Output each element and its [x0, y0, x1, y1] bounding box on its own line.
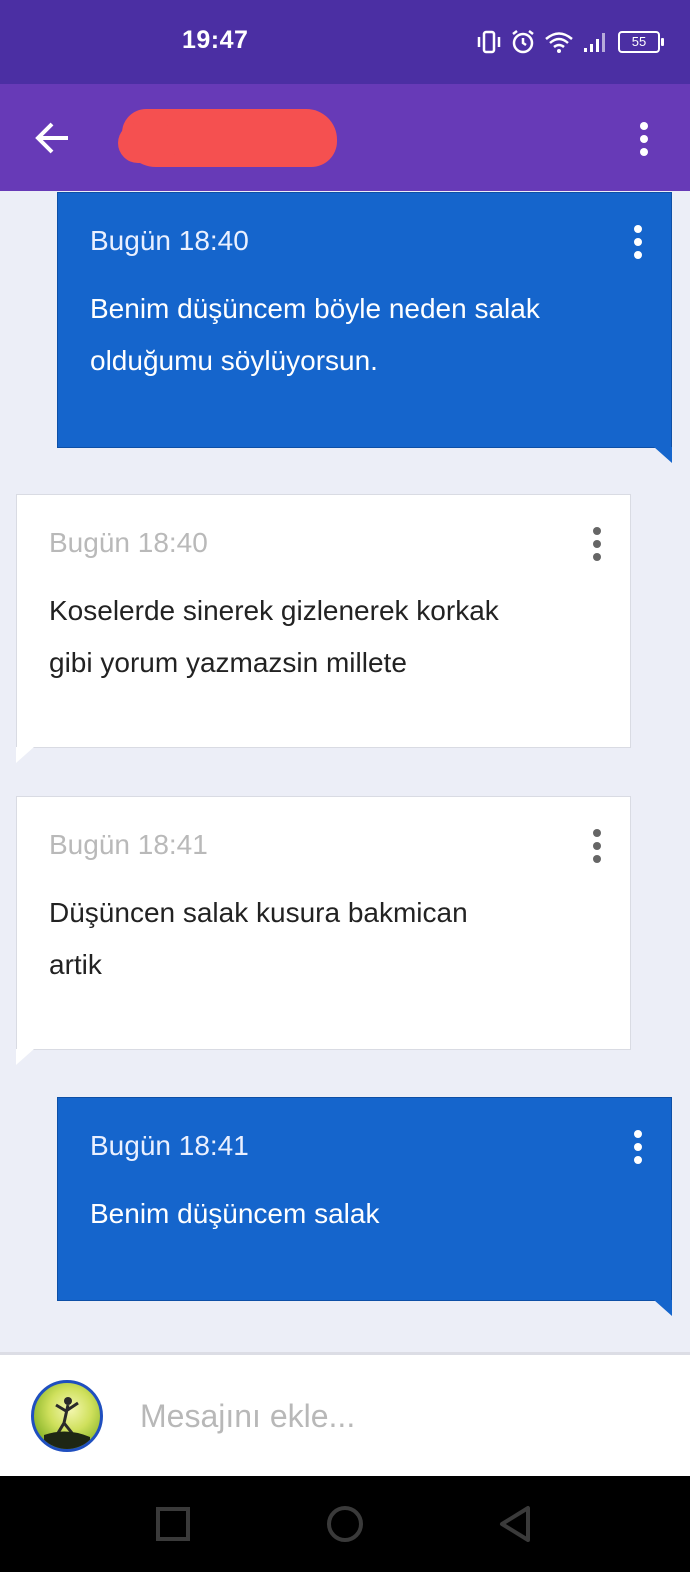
- message-text: Benim düşüncem böyle neden salak olduğum…: [90, 293, 540, 376]
- message-input[interactable]: [138, 1385, 642, 1447]
- message-more-button[interactable]: [590, 829, 602, 863]
- back-button[interactable]: [34, 120, 74, 156]
- bubble-tail: [16, 1049, 34, 1065]
- battery-icon: 55: [618, 31, 664, 53]
- message-text: Düşüncen salak kusura bakmican artik: [49, 897, 468, 980]
- arrow-left-icon: [35, 122, 68, 154]
- message-time: Bugün 18:41: [90, 1130, 249, 1161]
- recents-square-icon: [156, 1507, 190, 1541]
- bubble-tail: [654, 447, 672, 463]
- more-vert-icon: [634, 225, 642, 233]
- more-options-button[interactable]: [636, 121, 652, 157]
- status-icons: 55: [476, 28, 664, 56]
- message-time: Bugün 18:41: [49, 829, 208, 860]
- more-vert-icon: [640, 122, 648, 156]
- home-button[interactable]: [323, 1504, 367, 1544]
- message-bubble-outgoing[interactable]: Bugün 18:41 Benim düşüncem salak: [57, 1097, 672, 1301]
- message-composer: [0, 1352, 690, 1479]
- status-time: 19:47: [182, 26, 249, 54]
- navigation-bar: [0, 1476, 690, 1572]
- status-bar: 19:47 55: [0, 0, 690, 84]
- message-bubble-outgoing[interactable]: Bugün 18:40 Benim düşüncem böyle neden s…: [57, 192, 672, 448]
- message-more-button[interactable]: [590, 527, 602, 561]
- message-more-button[interactable]: [631, 225, 643, 259]
- signal-icon: [584, 33, 605, 52]
- back-nav-button[interactable]: [496, 1504, 536, 1544]
- app-bar: [0, 84, 690, 191]
- message-text: Benim düşüncem salak: [90, 1198, 380, 1229]
- redacted-title: [118, 109, 337, 167]
- more-vert-icon: [593, 527, 601, 535]
- message-text: Koselerde sinerek gizlenerek korkak gibi…: [49, 595, 499, 678]
- wifi-icon: [545, 32, 573, 53]
- more-vert-icon: [634, 1130, 642, 1138]
- avatar-figure: [44, 1397, 90, 1449]
- back-triangle-icon: [500, 1506, 530, 1542]
- more-vert-icon: [593, 829, 601, 837]
- message-bubble-incoming[interactable]: Bugün 18:41 Düşüncen salak kusura bakmic…: [16, 796, 631, 1050]
- message-bubble-incoming[interactable]: Bugün 18:40 Koselerde sinerek gizlenerek…: [16, 494, 631, 748]
- avatar[interactable]: [31, 1380, 103, 1452]
- message-more-button[interactable]: [631, 1130, 643, 1164]
- bubble-tail: [654, 1300, 672, 1316]
- bubble-tail: [16, 747, 34, 763]
- alarm-icon: [512, 30, 534, 54]
- recents-button[interactable]: [153, 1504, 193, 1544]
- home-circle-icon: [327, 1506, 363, 1542]
- vibrate-icon: [477, 30, 501, 54]
- message-time: Bugün 18:40: [49, 527, 208, 558]
- message-time: Bugün 18:40: [90, 225, 249, 256]
